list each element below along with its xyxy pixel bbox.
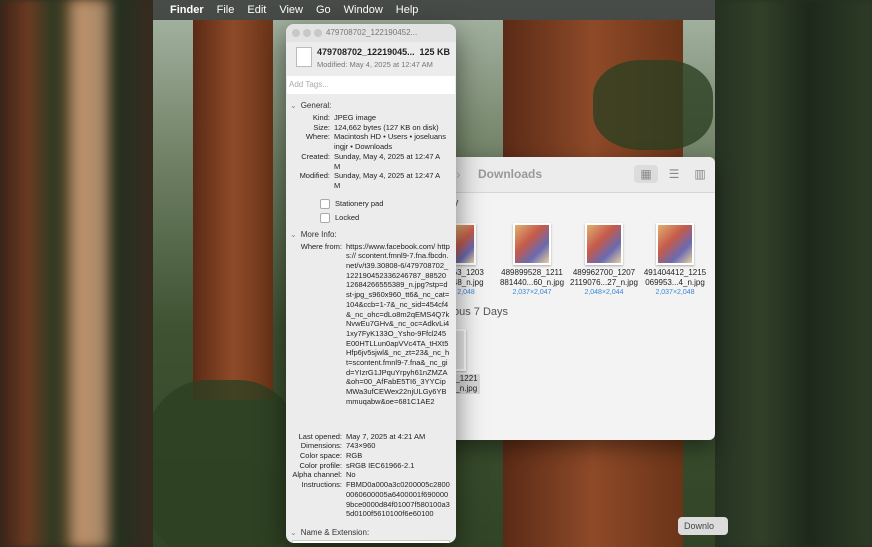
info-row: Kind: JPEG image — [312, 113, 377, 122]
info-title: 479708702_122190452... — [326, 28, 418, 37]
file-thumbnail — [585, 223, 623, 265]
desktop-right-blur — [715, 0, 872, 547]
finder-window: › Downloads ▦ ☰ ▥ y 863_1203 _48_n.jpg 2… — [438, 157, 715, 440]
file-item[interactable]: 489962700_1207 2119076...27_n.jpg 2,048×… — [568, 223, 640, 298]
menu-go[interactable]: Go — [316, 4, 331, 16]
menu-edit[interactable]: Edit — [247, 4, 266, 16]
info-row: Where from: https://www.facebook.com/ htt… — [300, 241, 450, 406]
foliage — [153, 380, 303, 547]
name-extension-section-toggle[interactable]: ⌄ Name & Extension: — [290, 528, 456, 537]
section-heading: ous 7 Days — [453, 306, 509, 318]
menu-view[interactable]: View — [279, 4, 303, 16]
info-filename: 479708702_12219045... — [317, 47, 415, 57]
list-view-icon[interactable]: ☰ — [662, 165, 686, 183]
file-item[interactable]: 491404412_1215 069953...4_n.jpg 2,037×2,… — [639, 223, 711, 298]
info-row: Modified: Sunday, May 4, 2025 at 12:47 AM — [299, 171, 441, 190]
info-row: Size: 124,662 bytes (127 KB on disk) — [313, 122, 439, 132]
get-info-panel: 479708702_122190452... 479708702_1221904… — [286, 24, 456, 543]
info-modified: Modified: May 4, 2025 at 12:47 AM — [317, 60, 433, 69]
info-row: Created: Sunday, May 4, 2025 at 12:47 AM — [301, 151, 441, 171]
file-item[interactable]: 489899528_1211 881440...60_n.jpg 2,037×2… — [496, 223, 568, 298]
dock-tooltip: Downlo — [678, 517, 728, 535]
info-row: Dimensions: 743×960 — [300, 441, 376, 451]
finder-title: Downloads — [478, 167, 543, 181]
tree-trunk — [193, 20, 273, 400]
disclosure-triangle-icon: ⌄ — [290, 229, 297, 239]
info-row: Last opened: May 7, 2025 at 4:21 AM — [298, 431, 426, 441]
more-info-section-toggle[interactable]: ⌄ More Info: — [290, 230, 456, 239]
info-titlebar: 479708702_122190452... — [286, 24, 456, 42]
general-section-toggle[interactable]: ⌄ General: — [290, 101, 456, 110]
menu-file[interactable]: File — [217, 4, 235, 16]
info-filesize: 125 KB — [419, 47, 450, 57]
file-thumbnail — [656, 223, 694, 265]
info-row: Color profile: sRGB IEC61966-2.1 — [299, 460, 415, 470]
foliage — [593, 60, 713, 150]
menu-bar: Finder File Edit View Go Window Help — [153, 0, 715, 20]
info-row: Alpha channel: No — [292, 470, 356, 480]
file-thumbnail — [513, 223, 551, 265]
close-button[interactable] — [292, 29, 300, 37]
locked-checkbox[interactable]: Locked — [320, 212, 456, 223]
chevron-right-icon[interactable]: › — [456, 166, 461, 182]
zoom-button[interactable] — [314, 29, 322, 37]
info-row: Where: Macintosh HD • Users • joseluansin… — [305, 132, 446, 152]
light-streak — [70, 0, 108, 547]
finder-toolbar: › Downloads ▦ ☰ ▥ — [438, 157, 715, 193]
disclosure-triangle-icon: ⌄ — [290, 527, 297, 537]
file-thumbnail — [454, 223, 476, 265]
disclosure-triangle-icon: ⌄ — [290, 101, 297, 110]
menu-finder[interactable]: Finder — [170, 4, 204, 16]
tags-field[interactable]: Add Tags... — [287, 76, 455, 94]
name-extension-field[interactable]: 479708702_122190452336246787_88 — [292, 539, 450, 543]
minimize-button[interactable] — [303, 29, 311, 37]
column-view-icon[interactable]: ▥ — [688, 165, 712, 183]
info-header: 479708702_12219045... 125 KB Modified: M… — [286, 42, 456, 76]
jpeg-file-icon — [296, 47, 312, 67]
menu-help[interactable]: Help — [396, 4, 419, 16]
stationery-checkbox[interactable]: Stationery pad — [320, 198, 456, 209]
grid-view-icon[interactable]: ▦ — [634, 165, 658, 183]
info-row: Instructions: FBMD0a000a3c0200005c2800006… — [301, 480, 450, 519]
menu-window[interactable]: Window — [344, 4, 383, 16]
info-row: Color space: RGB — [299, 451, 363, 461]
